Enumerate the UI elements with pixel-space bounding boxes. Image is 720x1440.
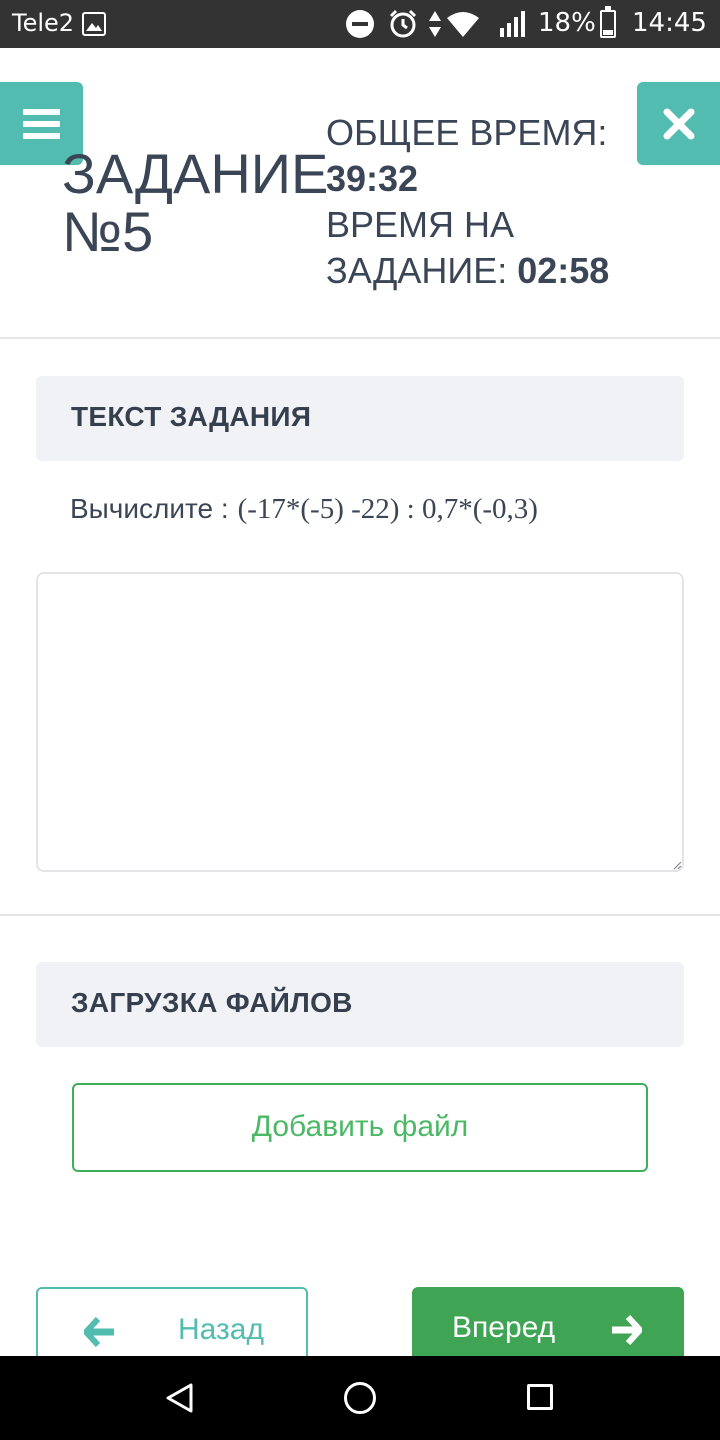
answer-field[interactable] <box>36 572 684 872</box>
divider <box>0 914 720 916</box>
timers: ОБЩЕЕ ВРЕМЯ: 39:32 ВРЕМЯ НА ЗАДАНИЕ: 02:… <box>326 110 626 294</box>
nav-back-icon[interactable] <box>165 1382 195 1414</box>
task-number: №5 <box>62 200 154 263</box>
status-bar: Tele2 18% 14:45 <box>0 0 720 48</box>
clock: 14:45 <box>632 8 707 38</box>
total-time-value: 39:32 <box>326 158 419 199</box>
menu-icon-bar <box>23 133 60 139</box>
divider <box>0 337 720 339</box>
task-time-label: ВРЕМЯ НА <box>326 204 515 245</box>
file-upload-header: ЗАГРУЗКА ФАЙЛОВ <box>36 962 684 1047</box>
close-icon <box>663 108 695 140</box>
back-label: Назад <box>178 1313 264 1346</box>
arrow-right-icon <box>612 1315 642 1345</box>
menu-icon-bar <box>23 109 60 115</box>
nav-home-icon[interactable] <box>344 1382 376 1414</box>
battery-icon <box>600 6 616 38</box>
task-expression: (-17*(-5) -22) : 0,7*(-0,3) <box>237 493 538 525</box>
task-text-label: Вычислите : <box>70 493 229 524</box>
task-time-value: 02:58 <box>517 250 610 291</box>
image-notification-icon <box>82 12 106 36</box>
battery-percent: 18% <box>538 8 596 38</box>
task-text-header-label: ТЕКСТ ЗАДАНИЯ <box>71 401 312 432</box>
do-not-disturb-icon <box>346 10 374 38</box>
task-text: Вычислите : (-17*(-5) -22) : 0,7*(-0,3) <box>70 492 538 526</box>
nav-recents-icon[interactable] <box>527 1384 553 1410</box>
menu-icon-bar <box>23 121 60 127</box>
arrow-left-icon <box>84 1317 114 1347</box>
task-time-label-cont: ЗАДАНИЕ: <box>326 250 508 291</box>
wifi-icon <box>446 10 480 42</box>
file-upload-header-label: ЗАГРУЗКА ФАЙЛОВ <box>71 987 353 1018</box>
total-time-label: ОБЩЕЕ ВРЕМЯ: <box>326 112 608 153</box>
alarm-icon <box>388 9 418 43</box>
next-label: Вперед <box>452 1311 556 1344</box>
add-file-button[interactable]: Добавить файл <box>72 1083 648 1172</box>
task-text-header: ТЕКСТ ЗАДАНИЯ <box>36 376 684 461</box>
close-button[interactable] <box>637 82 720 165</box>
signal-icon <box>498 10 526 42</box>
task-title-line: ЗАДАНИЕ <box>62 142 329 205</box>
page-title: ЗАДАНИЕ №5 <box>62 145 332 261</box>
carrier-name: Tele2 <box>12 9 75 37</box>
system-nav-bar <box>0 1356 720 1440</box>
data-transfer-icon <box>428 9 442 43</box>
resize-grip-icon[interactable] <box>672 860 682 870</box>
